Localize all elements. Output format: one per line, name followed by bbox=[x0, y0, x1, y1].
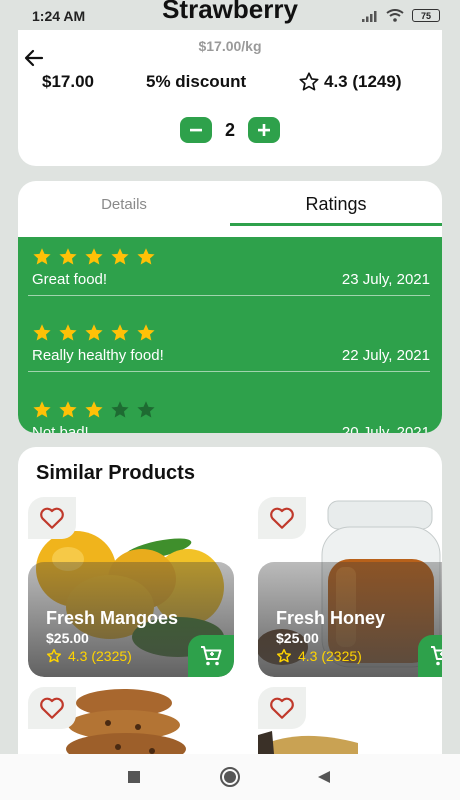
review-date: 22 July, 2021 bbox=[341, 347, 430, 364]
tab-details[interactable]: Details bbox=[18, 181, 230, 227]
review-item: Great food! 23 July, 2021 bbox=[28, 237, 430, 313]
system-navigation-bar bbox=[0, 754, 460, 800]
review-comment: Great food! bbox=[32, 271, 108, 288]
product-discount: 5% discount bbox=[146, 72, 247, 91]
star-outline-icon bbox=[276, 648, 292, 663]
star-filled-icon bbox=[111, 324, 129, 341]
heart-outline-icon bbox=[40, 697, 64, 719]
star-filled-icon bbox=[85, 324, 103, 341]
quantity-stepper: 2 bbox=[180, 117, 280, 143]
review-comment: Really healthy food! bbox=[32, 347, 164, 364]
similar-products-card: Similar Products Fresh Mangoes $25.00 4.… bbox=[18, 447, 442, 777]
star-empty-icon bbox=[137, 401, 155, 418]
star-filled-icon bbox=[111, 248, 129, 265]
increase-quantity-button[interactable] bbox=[248, 117, 280, 143]
product-card-rating-text: 4.3 (2325) bbox=[68, 648, 132, 664]
product-card-rating: 4.3 (2325) bbox=[46, 648, 132, 664]
cart-icon bbox=[201, 646, 222, 666]
review-comment: Not bad! bbox=[32, 424, 89, 433]
star-filled-icon bbox=[33, 248, 51, 265]
product-name: Fresh Honey bbox=[276, 608, 386, 628]
review-divider bbox=[28, 295, 430, 296]
triangle-back-icon bbox=[318, 771, 330, 783]
product-rating-text: 4.3 (1249) bbox=[324, 72, 402, 91]
review-date: 23 July, 2021 bbox=[341, 271, 430, 288]
add-to-cart-button[interactable] bbox=[418, 635, 442, 677]
star-filled-icon bbox=[33, 324, 51, 341]
active-tab-indicator bbox=[230, 223, 442, 226]
product-title: Strawberry bbox=[162, 0, 298, 24]
heart-outline-icon bbox=[270, 697, 294, 719]
heart-outline-icon bbox=[270, 507, 294, 529]
product-card-price: $25.00 bbox=[276, 630, 319, 646]
tab-ratings[interactable]: Ratings bbox=[230, 181, 442, 227]
product-card-mangoes[interactable]: Fresh Mangoes $25.00 4.3 (2325) bbox=[28, 497, 234, 677]
product-price: $17.00 bbox=[42, 72, 94, 91]
minus-icon bbox=[190, 128, 202, 132]
price-per-unit: $17.00/kg bbox=[198, 38, 262, 54]
cart-icon bbox=[431, 646, 442, 666]
decrease-quantity-button[interactable] bbox=[180, 117, 212, 143]
star-filled-icon bbox=[85, 401, 103, 418]
product-name: Fresh Mangoes bbox=[46, 608, 179, 628]
heart-outline-icon bbox=[40, 507, 64, 529]
star-filled-icon bbox=[59, 401, 77, 418]
star-filled-icon bbox=[59, 324, 77, 341]
star-filled-icon bbox=[59, 248, 77, 265]
product-card-rating-text: 4.3 (2325) bbox=[298, 648, 362, 664]
favorite-button[interactable] bbox=[258, 687, 306, 729]
star-filled-icon bbox=[137, 248, 155, 265]
star-filled-icon bbox=[137, 324, 155, 341]
circle-icon bbox=[220, 767, 240, 787]
recents-button[interactable] bbox=[123, 766, 145, 788]
product-rating: 4.3 (1249) bbox=[298, 71, 402, 93]
back-button[interactable] bbox=[313, 766, 335, 788]
product-card-honey[interactable]: Fresh Honey $25.00 4.3 (2325) bbox=[258, 497, 442, 677]
square-icon bbox=[128, 771, 140, 783]
star-empty-icon bbox=[111, 401, 129, 418]
home-button[interactable] bbox=[219, 766, 241, 788]
quantity-value: 2 bbox=[224, 119, 235, 140]
ratings-list[interactable]: Great food! 23 July, 2021 Really healthy… bbox=[18, 237, 442, 433]
plus-icon bbox=[258, 124, 270, 136]
favorite-button[interactable] bbox=[258, 497, 306, 539]
favorite-button[interactable] bbox=[28, 687, 76, 729]
star-outline-icon bbox=[299, 72, 319, 91]
star-filled-icon bbox=[33, 401, 51, 418]
review-date: 20 July, 2021 bbox=[341, 424, 430, 433]
star-outline-icon bbox=[46, 648, 62, 663]
star-filled-icon bbox=[85, 248, 103, 265]
details-ratings-card: Details Ratings Great food! 23 July, 202… bbox=[18, 181, 442, 433]
review-stars bbox=[32, 247, 156, 267]
review-divider bbox=[28, 371, 430, 372]
add-to-cart-button[interactable] bbox=[188, 635, 234, 677]
similar-products-title: Similar Products bbox=[36, 462, 195, 484]
favorite-button[interactable] bbox=[28, 497, 76, 539]
review-item: Not bad! 20 July, 2021 bbox=[32, 390, 430, 433]
product-card-rating: 4.3 (2325) bbox=[276, 648, 362, 664]
review-item: Really healthy food! 22 July, 2021 bbox=[28, 313, 430, 389]
review-stars bbox=[32, 323, 156, 343]
review-stars bbox=[32, 400, 156, 420]
product-card-price: $25.00 bbox=[46, 630, 89, 646]
